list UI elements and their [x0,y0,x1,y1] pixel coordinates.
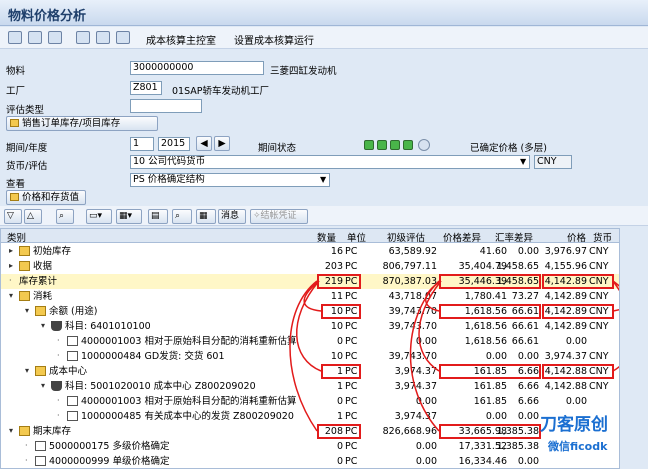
price-analysis-tree: 类别 数量 单位 初级评估 价格差异 汇率差异 价格 货币 ▸ 初始库存 16 PC 6… [0,228,620,469]
period-input[interactable]: 1 [130,137,154,151]
message-button[interactable]: 消息 [218,209,246,224]
next-period-button[interactable]: ▶ [214,136,230,151]
price-stock-value-button[interactable]: 价格和存货值 [6,190,86,205]
watermark-subtitle: 微信ficodk [548,440,608,453]
plant-description: 01SAP轿车发动机工厂 [172,86,270,97]
right-scroll-area[interactable] [620,228,648,469]
print-icon[interactable] [76,31,90,44]
grid-icon[interactable]: ▦ [196,209,216,224]
currency-valuation-label: 货币/评估 [6,161,48,172]
chevron-down-icon[interactable]: ▼ [320,175,326,184]
year-input[interactable]: 2015 [158,137,190,151]
period-year-label: 期间/年度 [6,143,48,154]
refresh-icon[interactable] [8,31,22,44]
plant-input[interactable]: Z801 [130,81,162,95]
search-icon[interactable]: ⌕ [172,209,192,224]
currency-code: CNY [534,155,572,169]
columns-icon[interactable]: ▦▾ [116,209,142,224]
period-status-label: 期间状态 [258,143,297,154]
currency-valuation-value: 10 公司代码货币 [133,156,206,167]
valuation-type-label: 评估类型 [6,105,45,116]
list-icon[interactable] [28,31,42,44]
folder-icon [10,119,19,127]
folder-icon [10,193,19,201]
grid-toolbar: ▽ △ ⌕ ▭▾ ▦▾ ▤ ⌕ ▦ 消息 ✧结帐凭证 [0,206,648,226]
costing-cockpit-button[interactable]: 成本核算主控室 [146,32,216,47]
window-title: 物料价格分析 [8,9,87,24]
filter-icon[interactable]: ▤ [148,209,168,224]
status-light-icon [377,140,387,150]
view-select[interactable]: PS 价格确定结构 [130,173,330,187]
currency-valuation-select[interactable]: 10 公司代码货币 [130,155,530,169]
valuation-type-input[interactable] [130,99,202,113]
find-icon[interactable] [116,31,130,44]
sales-order-stock-label: 销售订单库存/项目库存 [22,118,121,129]
hierarchy-icon[interactable] [48,31,62,44]
material-label: 物料 [6,66,26,77]
table-icon[interactable] [96,31,110,44]
material-description: 三菱四缸发动机 [270,66,337,77]
annotation-arrows [289,280,619,432]
view-label: 查看 [6,179,26,190]
view-value: PS 价格确定结构 [133,174,205,185]
price-stock-value-label: 价格和存货值 [22,192,80,203]
plant-label: 工厂 [6,86,26,97]
costing-run-button[interactable]: 设置成本核算运行 [234,32,314,47]
prev-period-button[interactable]: ◀ [196,136,212,151]
binoculars-icon[interactable]: ⌕ [56,209,74,224]
watermark-title: 刀客原创 [540,415,608,435]
print-layout-icon[interactable]: ▭▾ [86,209,112,224]
app-toolbar: 成本核算主控室 设置成本核算运行 [0,27,648,49]
period-status-text: 已确定价格 (多层) [470,143,547,154]
collapse-icon[interactable]: △ [24,209,42,224]
close-voucher-button[interactable]: ✧结帐凭证 [250,209,308,224]
status-detail-icon[interactable] [418,139,430,151]
message-label: 消息 [221,211,240,221]
status-light-icon [364,140,374,150]
status-light-icon [403,140,413,150]
chevron-down-icon[interactable]: ▼ [520,157,526,166]
material-input[interactable]: 3000000000 [130,61,264,75]
close-voucher-label: 结帐凭证 [260,211,297,221]
title-bar: 物料价格分析 [0,0,648,26]
sales-order-stock-button[interactable]: 销售订单库存/项目库存 [6,116,158,131]
status-light-icon [390,140,400,150]
expand-icon[interactable]: ▽ [4,209,22,224]
